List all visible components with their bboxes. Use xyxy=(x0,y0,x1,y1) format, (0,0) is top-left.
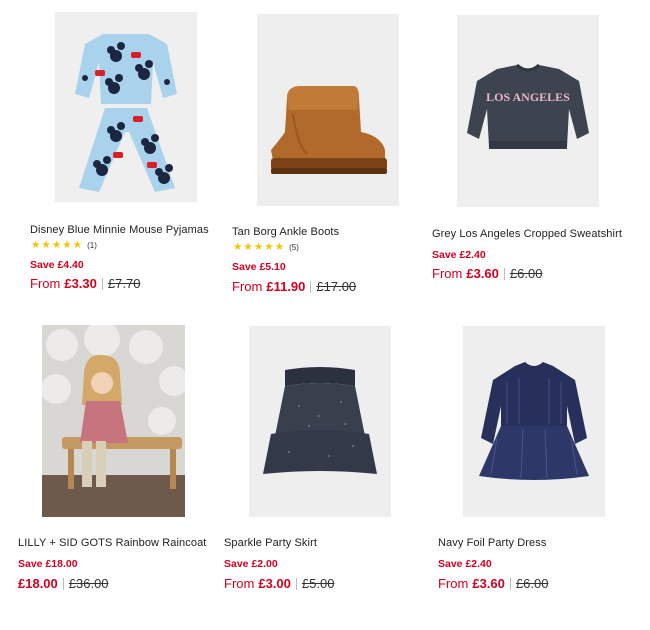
product-title[interactable]: Grey Los Angeles Cropped Sweatshirt xyxy=(432,228,622,240)
price-from-label: From xyxy=(30,276,61,291)
skirt-image[interactable] xyxy=(249,326,391,517)
price-divider xyxy=(101,277,103,290)
review-count: (1) xyxy=(87,240,97,250)
price-from-label: From xyxy=(432,266,463,281)
price-divider xyxy=(295,577,297,590)
price-from-label: From xyxy=(232,279,263,294)
product-title[interactable]: Disney Blue Minnie Mouse Pyjamas xyxy=(30,224,209,236)
star-icon: ★ xyxy=(72,239,83,251)
price-from-label: From xyxy=(224,576,255,591)
price-divider xyxy=(509,577,511,590)
price-line: From £3.60 £6.00 xyxy=(438,576,548,591)
star-icon: ★ xyxy=(243,241,253,253)
current-price: £3.00 xyxy=(258,576,291,591)
original-price: £17.00 xyxy=(316,279,357,294)
price-line: £18.00 £36.00 xyxy=(18,576,109,591)
price-line: From £3.00 £5.00 xyxy=(224,576,334,591)
original-price: £7.70 xyxy=(107,276,141,291)
star-icon: ★ xyxy=(31,239,41,251)
price-divider xyxy=(310,280,312,293)
review-count: (5) xyxy=(289,242,299,252)
save-amount: Save £2.40 xyxy=(432,249,486,261)
product-title[interactable]: Navy Foil Party Dress xyxy=(438,537,546,549)
price-line: From £11.90 £17.00 xyxy=(232,279,356,294)
product-rating: ★ ★ ★ ★ ★ (5) xyxy=(233,241,299,253)
sweatshirt-image[interactable]: LOS ANGELES xyxy=(457,15,599,207)
star-icon: ★ xyxy=(62,239,72,251)
star-icon: ★ xyxy=(41,239,51,251)
current-price: £3.60 xyxy=(466,266,499,281)
save-amount: Save £4.40 xyxy=(30,259,84,271)
star-icon: ★ xyxy=(253,241,264,253)
save-amount: Save £5.10 xyxy=(232,261,286,273)
star-icon: ★ xyxy=(264,241,274,253)
product-rating: ★ ★ ★ ★ ★ (1) xyxy=(31,239,97,251)
price-line: From £3.30 £7.70 xyxy=(30,276,140,291)
star-icon: ★ xyxy=(274,241,285,253)
product-title[interactable]: LILLY + SID GOTS Rainbow Raincoat xyxy=(18,537,206,549)
product-title[interactable]: Tan Borg Ankle Boots xyxy=(232,226,339,238)
sweatshirt-print: LOS ANGELES xyxy=(486,90,570,104)
original-price: £36.00 xyxy=(68,576,109,591)
dress-image[interactable] xyxy=(463,326,605,517)
original-price: £6.00 xyxy=(515,576,549,591)
original-price: £5.00 xyxy=(301,576,335,591)
current-price: £11.90 xyxy=(266,279,306,294)
star-icon: ★ xyxy=(51,239,62,251)
pyjamas-image[interactable] xyxy=(55,12,197,202)
price-line: From £3.60 £6.00 xyxy=(432,266,542,281)
price-from-label: From xyxy=(438,576,469,591)
save-amount: Save £2.40 xyxy=(438,558,492,570)
current-price: £3.60 xyxy=(472,576,505,591)
current-price: £3.30 xyxy=(64,276,97,291)
raincoat-image[interactable] xyxy=(42,325,185,517)
price-divider xyxy=(62,577,64,590)
star-icon: ★ xyxy=(233,241,243,253)
original-price: £6.00 xyxy=(509,266,543,281)
save-amount: Save £2.00 xyxy=(224,558,278,570)
save-amount: Save £18.00 xyxy=(18,558,78,570)
current-price: £18.00 xyxy=(18,576,58,591)
boots-image[interactable] xyxy=(257,14,399,206)
product-title[interactable]: Sparkle Party Skirt xyxy=(224,537,317,549)
price-divider xyxy=(503,267,505,280)
